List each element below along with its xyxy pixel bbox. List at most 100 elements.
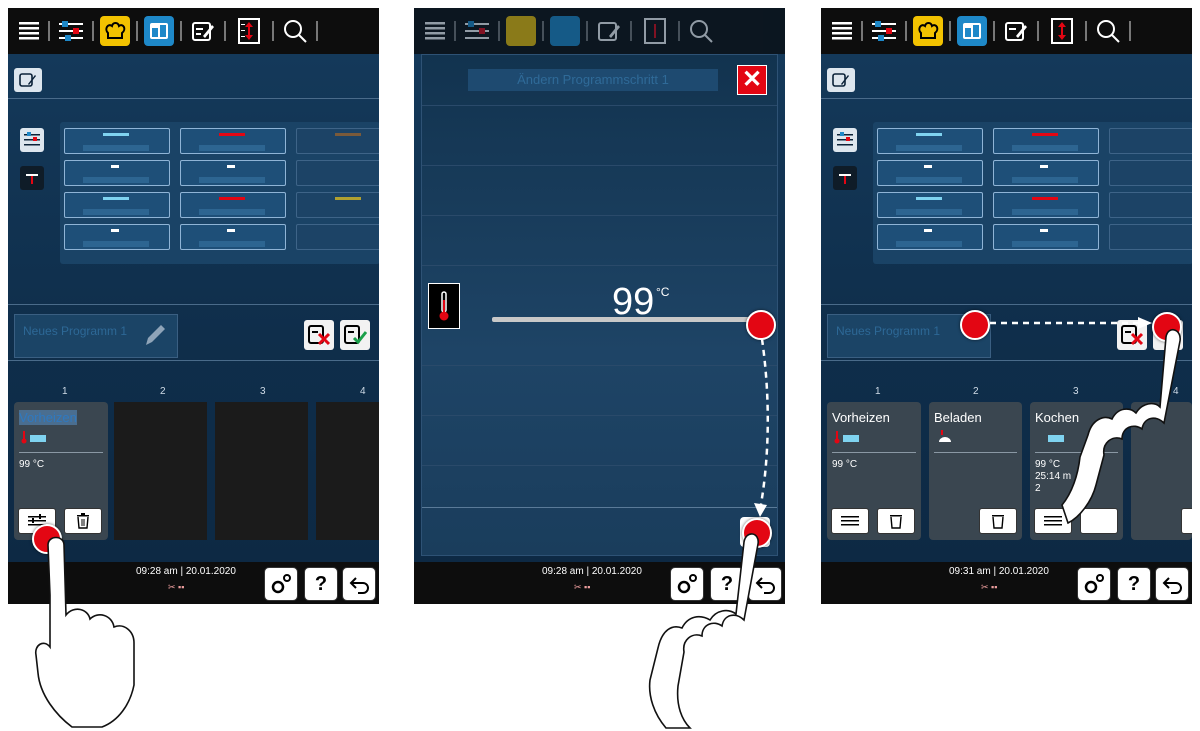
cooking-step-grid [60, 122, 379, 264]
close-button[interactable]: ✕ [737, 65, 767, 95]
network-status-icon: ✂ ▪▪ [981, 582, 998, 592]
back-button[interactable] [342, 567, 376, 601]
column-number-1: 1 [62, 386, 68, 397]
chef-hat-icon[interactable] [100, 16, 130, 46]
edit-program-button[interactable] [827, 68, 855, 92]
manual-steps-tab[interactable] [20, 166, 44, 190]
step-tile-2[interactable] [180, 128, 286, 154]
column-number-2: 2 [160, 386, 166, 397]
temperature-button[interactable] [428, 283, 460, 329]
menu-icon[interactable] [14, 16, 44, 46]
help-button[interactable]: ? [1117, 567, 1151, 601]
step-tile-8[interactable] [993, 192, 1099, 218]
step-tile-cook[interactable] [877, 192, 983, 218]
edit-icon [594, 16, 624, 46]
clock-date: 09:31 am | 20.01.2020 [949, 566, 1049, 577]
step-tile-2[interactable] [993, 128, 1099, 154]
step-tile-finish[interactable] [877, 224, 983, 250]
step-tile-9[interactable] [1109, 192, 1192, 218]
step-tile-12[interactable] [1109, 224, 1192, 250]
step-tile-preheat[interactable] [877, 128, 983, 154]
step-tile-8[interactable] [180, 192, 286, 218]
up-down-icon[interactable] [234, 16, 264, 46]
main-area: Ändern Programmschritt 1 ✕ 99 °C [414, 54, 785, 562]
step-tile-12[interactable] [296, 224, 379, 250]
step-tile-load[interactable] [64, 160, 170, 186]
thermometer-icon [439, 291, 449, 321]
help-button[interactable]: ? [304, 567, 338, 601]
temperature-slider[interactable] [492, 317, 760, 322]
edit-icon[interactable] [1001, 16, 1031, 46]
menu-icon[interactable] [827, 16, 857, 46]
edit-icon[interactable] [188, 16, 218, 46]
gear-icon [1084, 574, 1104, 594]
delete-step-button[interactable] [64, 508, 102, 534]
step-tile-load[interactable] [877, 160, 983, 186]
program-step-1[interactable]: Vorheizen 99 °C [14, 402, 108, 540]
program-step-3-empty[interactable] [215, 402, 308, 540]
cooking-steps-tab[interactable] [833, 128, 857, 152]
chef-hat-icon[interactable] [913, 16, 943, 46]
bottom-bar: 09:31 am | 20.01.2020 ✂ ▪▪ ? [821, 562, 1192, 604]
pencil-icon [146, 325, 165, 345]
step-tile-6[interactable] [296, 160, 379, 186]
program-step-2-empty[interactable] [114, 402, 207, 540]
step-tile-9[interactable] [296, 192, 379, 218]
step-tile-preheat[interactable] [64, 128, 170, 154]
settings-button[interactable] [264, 567, 298, 601]
screen-2: Ändern Programmschritt 1 ✕ 99 °C 09:28 a… [414, 8, 785, 604]
manual-steps-tab[interactable] [833, 166, 857, 190]
programs-icon[interactable] [957, 16, 987, 46]
column-number-1: 1 [875, 386, 881, 397]
program-name-field[interactable]: Neues Programm 1 [14, 314, 178, 358]
cooking-modes-icon[interactable] [869, 16, 899, 46]
menu-icon [420, 16, 450, 46]
clock-date: 09:28 am | 20.01.2020 [542, 566, 642, 577]
cooking-modes-icon[interactable] [56, 16, 86, 46]
step-tile-11[interactable] [180, 224, 286, 250]
gear-icon [271, 574, 291, 594]
trash-icon [890, 515, 902, 529]
step-temperature: 99 °C [1035, 459, 1061, 470]
edit-step-dialog: Ändern Programmschritt 1 ✕ 99 °C [421, 54, 778, 556]
program-step-4-empty[interactable] [316, 402, 379, 540]
chef-hat-icon [506, 16, 536, 46]
temperature-unit: °C [656, 285, 670, 299]
step-tile-11[interactable] [993, 224, 1099, 250]
step-tile-5[interactable] [993, 160, 1099, 186]
search-icon[interactable] [280, 16, 310, 46]
step-tile-3[interactable] [1109, 128, 1192, 154]
step-tile-cook[interactable] [64, 192, 170, 218]
network-status-icon: ✂ ▪▪ [168, 582, 185, 592]
screen-1: Neues Programm 1 1 2 3 4 Vorheizen 99 °C [8, 8, 379, 604]
top-toolbar-dimmed [414, 8, 785, 54]
settings-button[interactable] [1077, 567, 1111, 601]
search-icon[interactable] [1093, 16, 1123, 46]
search-icon [686, 16, 716, 46]
up-down-icon[interactable] [1047, 16, 1077, 46]
program-name-text: Neues Programm 1 [23, 324, 128, 338]
edit-step-button[interactable] [831, 508, 869, 534]
trash-icon [992, 515, 1004, 529]
step-tile-3[interactable] [296, 128, 379, 154]
program-step-1[interactable]: Vorheizen 99 °C [827, 402, 921, 540]
delete-step-button[interactable] [877, 508, 915, 534]
step-tile-6[interactable] [1109, 160, 1192, 186]
step-temperature: 99 °C [832, 459, 858, 470]
load-icon [939, 430, 951, 442]
cooking-steps-tab[interactable] [20, 128, 44, 152]
top-toolbar [821, 8, 1192, 54]
trash-icon [77, 513, 89, 529]
step-tile-5[interactable] [180, 160, 286, 186]
step-tile-finish[interactable] [64, 224, 170, 250]
save-program-button[interactable] [340, 320, 370, 350]
back-button[interactable] [1155, 567, 1189, 601]
step-title: Vorheizen [832, 410, 890, 425]
preheat-icon [21, 431, 46, 444]
program-step-2[interactable]: Beladen [929, 402, 1022, 540]
discard-program-button[interactable] [304, 320, 334, 350]
hand-pointer-1 [34, 536, 135, 728]
edit-program-button[interactable] [14, 68, 42, 92]
programs-icon[interactable] [144, 16, 174, 46]
delete-step-button[interactable] [979, 508, 1017, 534]
